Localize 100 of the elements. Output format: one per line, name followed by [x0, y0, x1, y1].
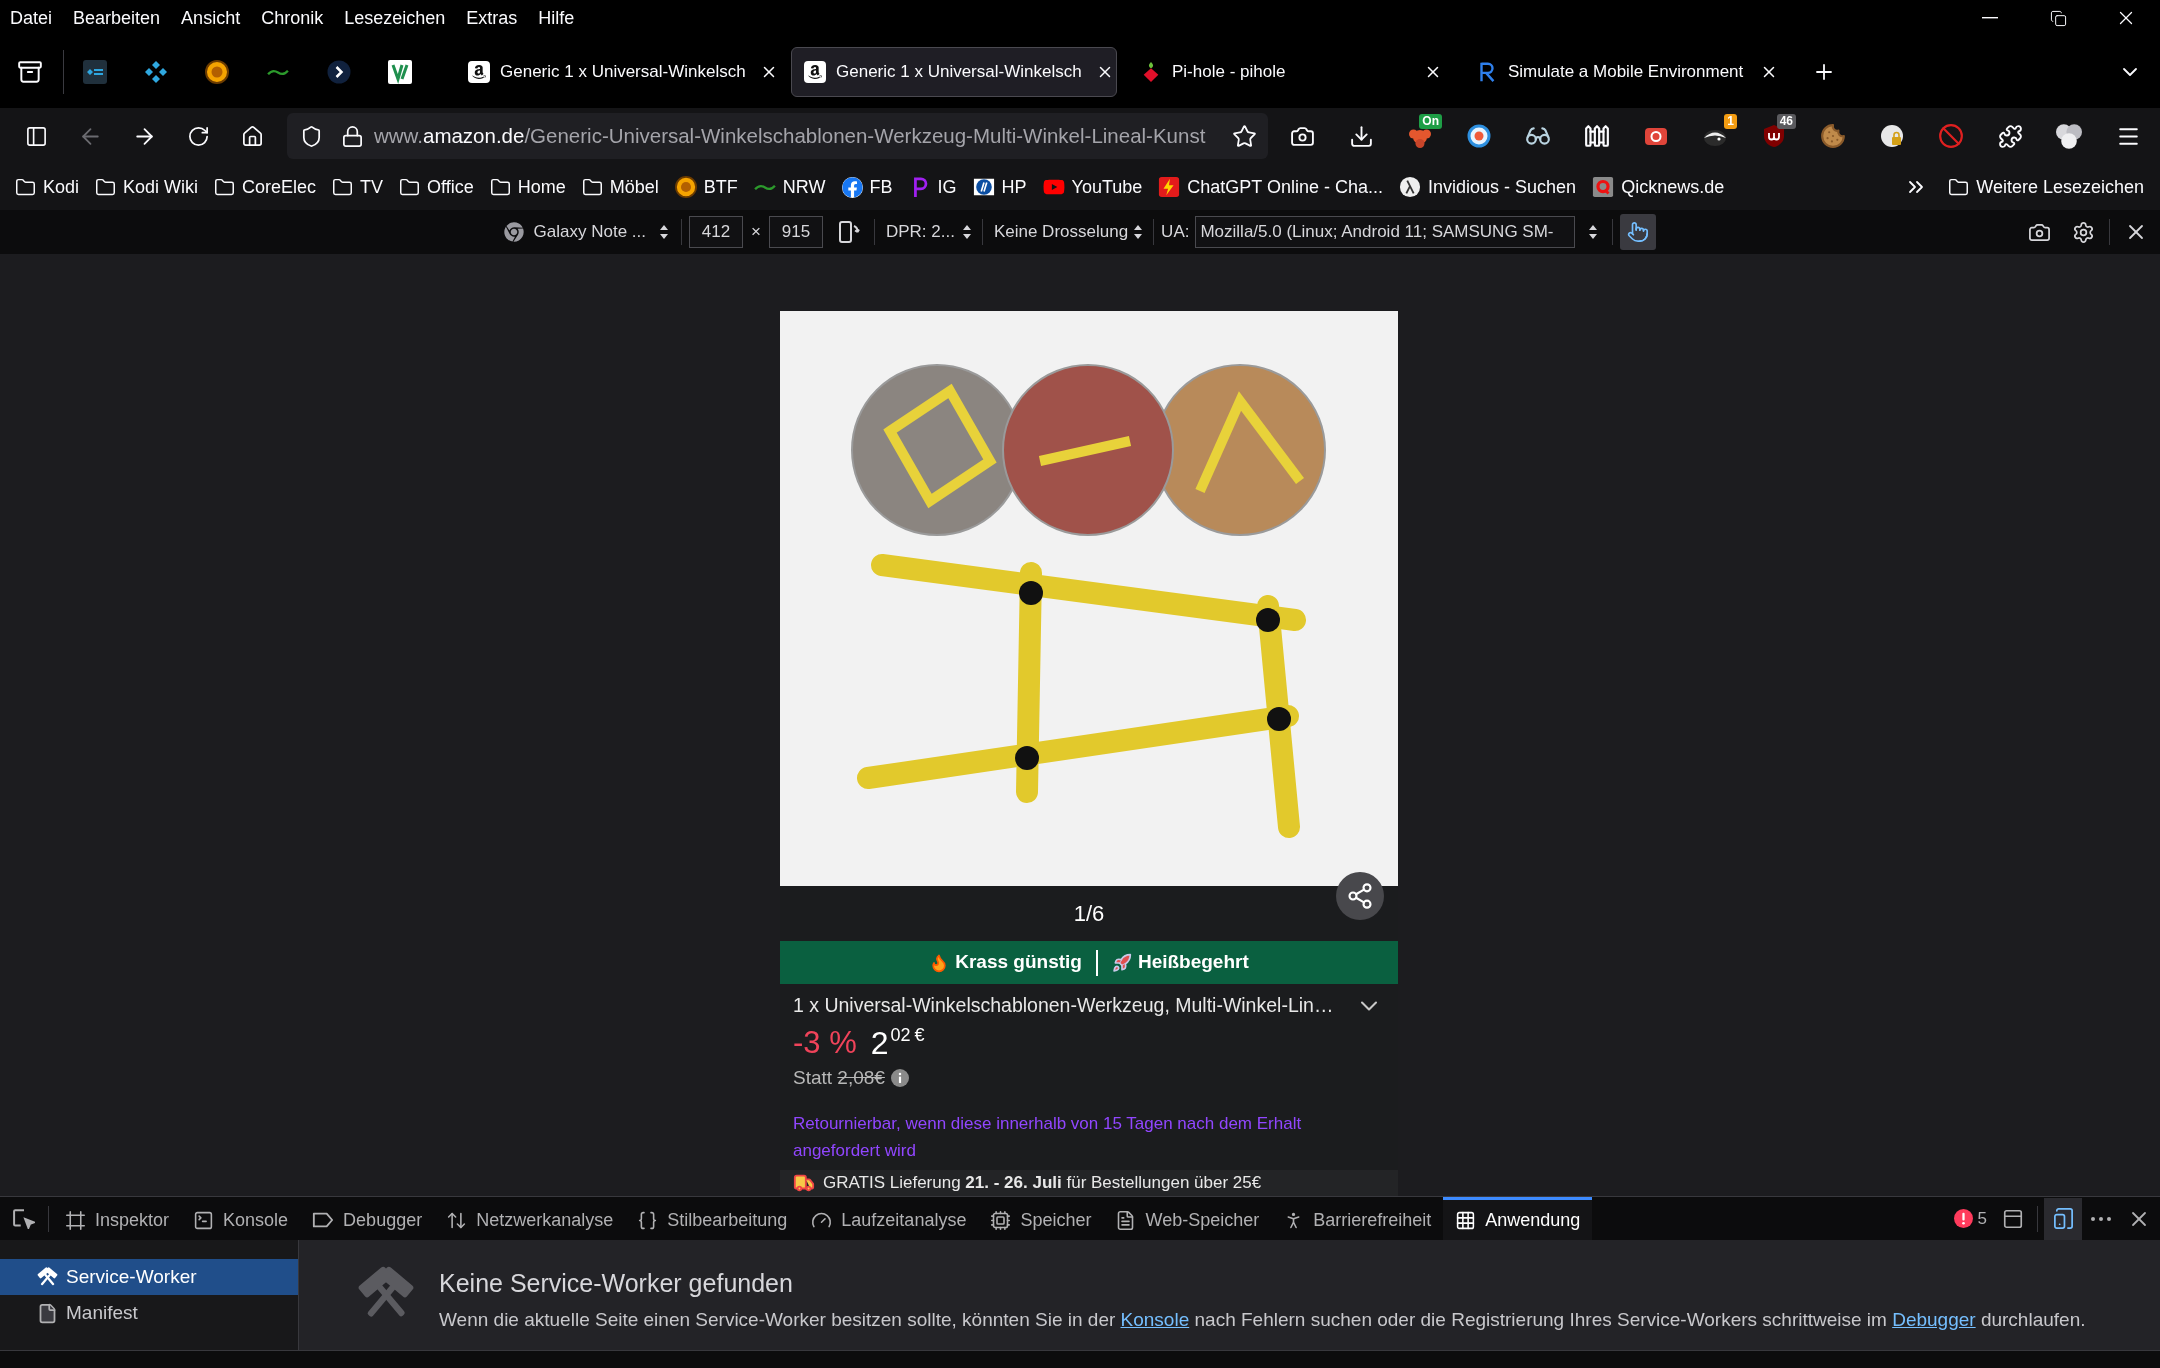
menu-item[interactable]: Datei	[10, 4, 53, 32]
restore-icon	[2049, 9, 2067, 27]
error-icon	[1953, 1209, 1973, 1228]
devtools-tab[interactable]: Web-Speicher	[1103, 1197, 1272, 1240]
text-link[interactable]: Konsole	[1120, 1309, 1190, 1330]
user-agent-input[interactable]: Mozilla/5.0 (Linux; Android 11; SAMSUNG SM-	[1195, 216, 1576, 248]
medallion-icon	[674, 176, 697, 198]
bookmark-item[interactable]: YouTube	[1037, 170, 1148, 204]
devtools-tab[interactable]: Anwendung	[1443, 1197, 1593, 1240]
empty-state-message: Wenn die aktuelle Seite einen Service-Worker besitzen sollte, könnten Sie in der Konsole nach Fehlern suchen oder die Registrierung Ihres Service-Workers schrittweise im Debugger durchlaufen.	[439, 1308, 2086, 1332]
hand-pointer-icon	[1627, 221, 1650, 243]
braces-icon	[637, 1209, 659, 1231]
bookmark-item[interactable]: IG	[903, 170, 962, 204]
cookie-icon	[1820, 123, 1846, 149]
devtools-tab[interactable]: Debugger	[300, 1197, 435, 1240]
errors-button[interactable]: 5	[1945, 1200, 1995, 1237]
highlight-label: Krass günstig	[955, 950, 1082, 975]
extension-badge: On	[1419, 114, 1442, 129]
bookmark-item[interactable]: FB	[836, 170, 898, 204]
info-icon	[890, 1069, 909, 1087]
bookmark-item[interactable]: Office	[394, 170, 479, 204]
bookmark-item[interactable]: Möbel	[576, 170, 664, 204]
browser-tab[interactable]: Generic 1 x Universal-Winkelsch	[791, 47, 1117, 97]
bookmark-item[interactable]: ChatGPT Online - Cha...	[1153, 170, 1389, 204]
bookmark-item[interactable]: Home	[484, 170, 571, 204]
download-icon	[1348, 123, 1374, 149]
browser-tab[interactable]: Generic 1 x Universal-Winkelsch	[455, 47, 781, 97]
tile-icon	[82, 60, 107, 84]
panel-icon	[2002, 1207, 2024, 1230]
smile-logo-icon	[804, 61, 826, 83]
folder-icon	[489, 176, 511, 198]
devtools-tab[interactable]: Speicher	[978, 1197, 1104, 1240]
terminal-icon	[193, 1209, 215, 1231]
devtools-tab[interactable]: Barrierefreiheit	[1271, 1197, 1444, 1240]
bookmark-item[interactable]: Kodi	[10, 170, 85, 204]
diamond-icon	[143, 60, 168, 84]
folder-icon	[95, 176, 117, 198]
archive-icon	[17, 59, 43, 85]
extension-button[interactable]: 46	[1752, 114, 1796, 158]
height-input[interactable]: 915	[768, 216, 823, 248]
sidebar-item[interactable]: Service-Worker	[0, 1259, 298, 1295]
menu-item[interactable]: Ansicht	[181, 4, 241, 32]
wave-mark-icon	[266, 67, 289, 77]
chip-icon	[990, 1209, 1012, 1231]
address-bar[interactable]: www.amazon.de/Generic-Universal-Winkelschablonen-Werkzeug-Multi-Winkel-Lineal-Kunst	[287, 113, 1268, 159]
lock-icon	[341, 124, 364, 148]
devtools-tab[interactable]: Stilbearbeitung	[625, 1197, 800, 1240]
sidebar-icon	[24, 124, 48, 148]
dpr-select[interactable]: DPR: 2...	[881, 215, 975, 249]
devtools-tab[interactable]: Laufzeitanalyse	[799, 1197, 979, 1240]
bookmark-item[interactable]: TV	[327, 170, 389, 204]
ring-icon	[1467, 124, 1491, 148]
throttling-select[interactable]: Keine Drosselung	[989, 215, 1147, 249]
minimize-icon	[1982, 17, 1998, 19]
chevron-circle-icon	[326, 60, 351, 84]
circles-icon	[2056, 123, 2082, 149]
lambda-icon	[1399, 176, 1422, 198]
menu-item[interactable]: Hilfe	[538, 4, 575, 32]
bookmark-item[interactable]: Invidious - Suchen	[1394, 170, 1582, 204]
browser-logo-icon	[503, 222, 524, 242]
devtools-tab[interactable]: Konsole	[181, 1197, 301, 1240]
image-counter: 1/6	[1073, 900, 1105, 928]
times-sign: ×	[751, 221, 761, 244]
menu-item[interactable]: Extras	[466, 4, 518, 32]
bookmark-item[interactable]: Kodi Wiki	[90, 170, 204, 204]
medallion-icon	[204, 60, 229, 84]
bookmark-folder-item[interactable]: Weitere Lesezeichen	[1942, 170, 2150, 204]
star-icon	[1231, 123, 1257, 149]
browser-tab[interactable]: Pi-hole - pihole	[1127, 47, 1453, 97]
fence-icon	[1584, 123, 1610, 149]
padlock-icon	[1880, 124, 1904, 148]
share-button[interactable]	[1336, 872, 1384, 920]
menu-item[interactable]: Lesezeichen	[344, 4, 446, 32]
bookmark-item[interactable]: HP	[967, 170, 1032, 204]
sidebar-item[interactable]: Manifest	[0, 1295, 298, 1331]
file-icon	[37, 1302, 58, 1324]
menu-item[interactable]: Chronik	[261, 4, 324, 32]
bookmark-item[interactable]: CoreElec	[209, 170, 322, 204]
updown-arrows-icon	[1589, 225, 1598, 239]
devtools-tab[interactable]: Netzwerkanalyse	[434, 1197, 626, 1240]
user-agent-label: UA:	[1161, 221, 1190, 244]
device-select[interactable]: Galaxy Note ...	[497, 215, 674, 249]
folder-icon	[581, 176, 603, 198]
width-input[interactable]: 412	[689, 216, 743, 248]
ban-icon	[1938, 123, 1964, 149]
touch-simulation-button[interactable]	[1620, 214, 1657, 250]
bookmark-item[interactable]: BTF	[669, 170, 743, 204]
highlight-label: Heißbegehrt	[1137, 950, 1249, 975]
frame-icon	[65, 1209, 86, 1231]
menu-item[interactable]: Bearbeiten	[73, 4, 161, 32]
responsive-mode-button[interactable]	[2044, 1197, 2082, 1240]
bookmark-item[interactable]: NRW	[748, 170, 831, 204]
phone-rotate-icon	[839, 221, 861, 243]
devtools-tab[interactable]: Inspektor	[53, 1197, 182, 1240]
folder-icon	[214, 176, 236, 198]
folder-icon	[15, 176, 36, 198]
browser-tab[interactable]: Simulate a Mobile Environment	[1463, 47, 1789, 97]
bookmark-item[interactable]: Qicknews.de	[1587, 170, 1730, 204]
extension-badge: 46	[1776, 114, 1796, 129]
text-link[interactable]: Debugger	[1892, 1309, 1976, 1330]
